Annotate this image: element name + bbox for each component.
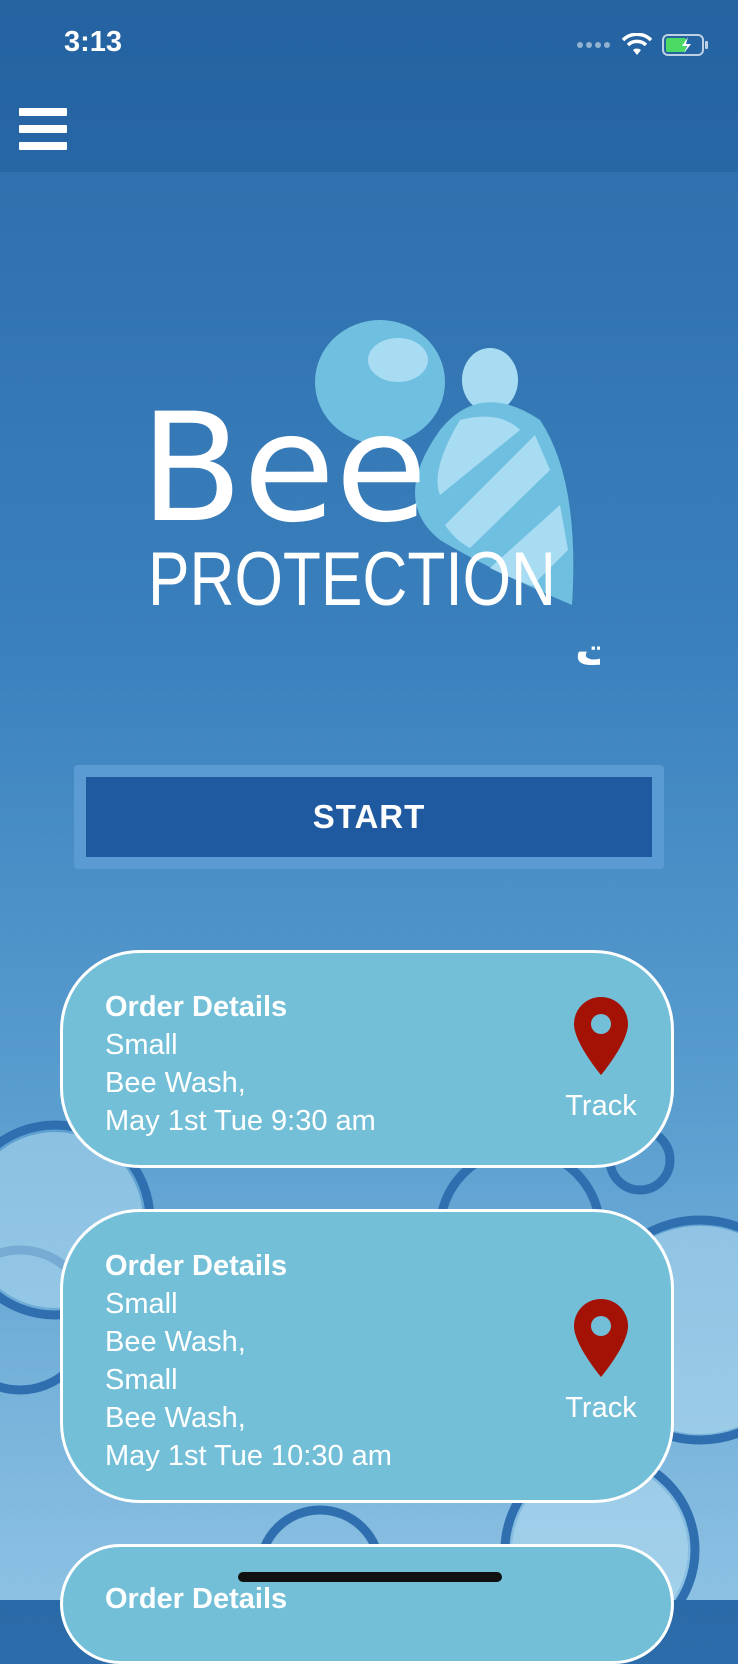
status-time: 3:13 [64, 26, 123, 58]
order-line: May 1st Tue 9:30 am [105, 1105, 376, 1137]
order-title: Order Details [105, 1250, 288, 1282]
location-pin-icon [574, 997, 628, 1075]
order-line: May 1st Tue 10:30 am [105, 1440, 392, 1472]
order-line: Bee Wash, [105, 1326, 246, 1358]
track-label: Track [565, 1392, 637, 1424]
track-button[interactable]: Track [561, 1297, 641, 1425]
status-bar: 3:13 [0, 0, 738, 90]
order-line: Small [105, 1029, 178, 1061]
order-line: Bee Wash, [105, 1067, 246, 1099]
order-card[interactable]: Order Details Small Bee Wash, May 1st Tu… [60, 950, 674, 1168]
logo-wordmark: Bee [140, 382, 427, 556]
logo-tagline: لغسيل وتلميع السيارات [575, 625, 600, 676]
wifi-icon [622, 33, 652, 55]
order-card[interactable]: Order Details [60, 1544, 674, 1664]
order-details: Order Details [105, 1580, 287, 1618]
start-button-frame: START [74, 765, 664, 869]
start-button[interactable]: START [86, 777, 652, 857]
order-title: Order Details [105, 1583, 288, 1615]
status-icons [576, 30, 710, 60]
order-details: Order Details Small Bee Wash, May 1st Tu… [105, 988, 376, 1140]
signal-icon [577, 42, 610, 48]
hamburger-menu-icon[interactable] [19, 108, 67, 152]
home-indicator[interactable] [238, 1572, 502, 1582]
order-card[interactable]: Order Details Small Bee Wash, Small Bee … [60, 1209, 674, 1503]
order-line: Small [105, 1288, 178, 1320]
order-title: Order Details [105, 991, 288, 1023]
logo-subtitle: PROTECTION [148, 537, 556, 622]
bee-protection-logo: Bee PROTECTION لغسيل وتلميع السيارات [140, 320, 600, 676]
track-label: Track [565, 1090, 637, 1122]
order-details: Order Details Small Bee Wash, Small Bee … [105, 1247, 392, 1475]
battery-icon [662, 34, 708, 56]
track-button[interactable]: Track [561, 995, 641, 1123]
order-line: Small [105, 1364, 178, 1396]
location-pin-icon [574, 1299, 628, 1377]
order-line: Bee Wash, [105, 1402, 246, 1434]
